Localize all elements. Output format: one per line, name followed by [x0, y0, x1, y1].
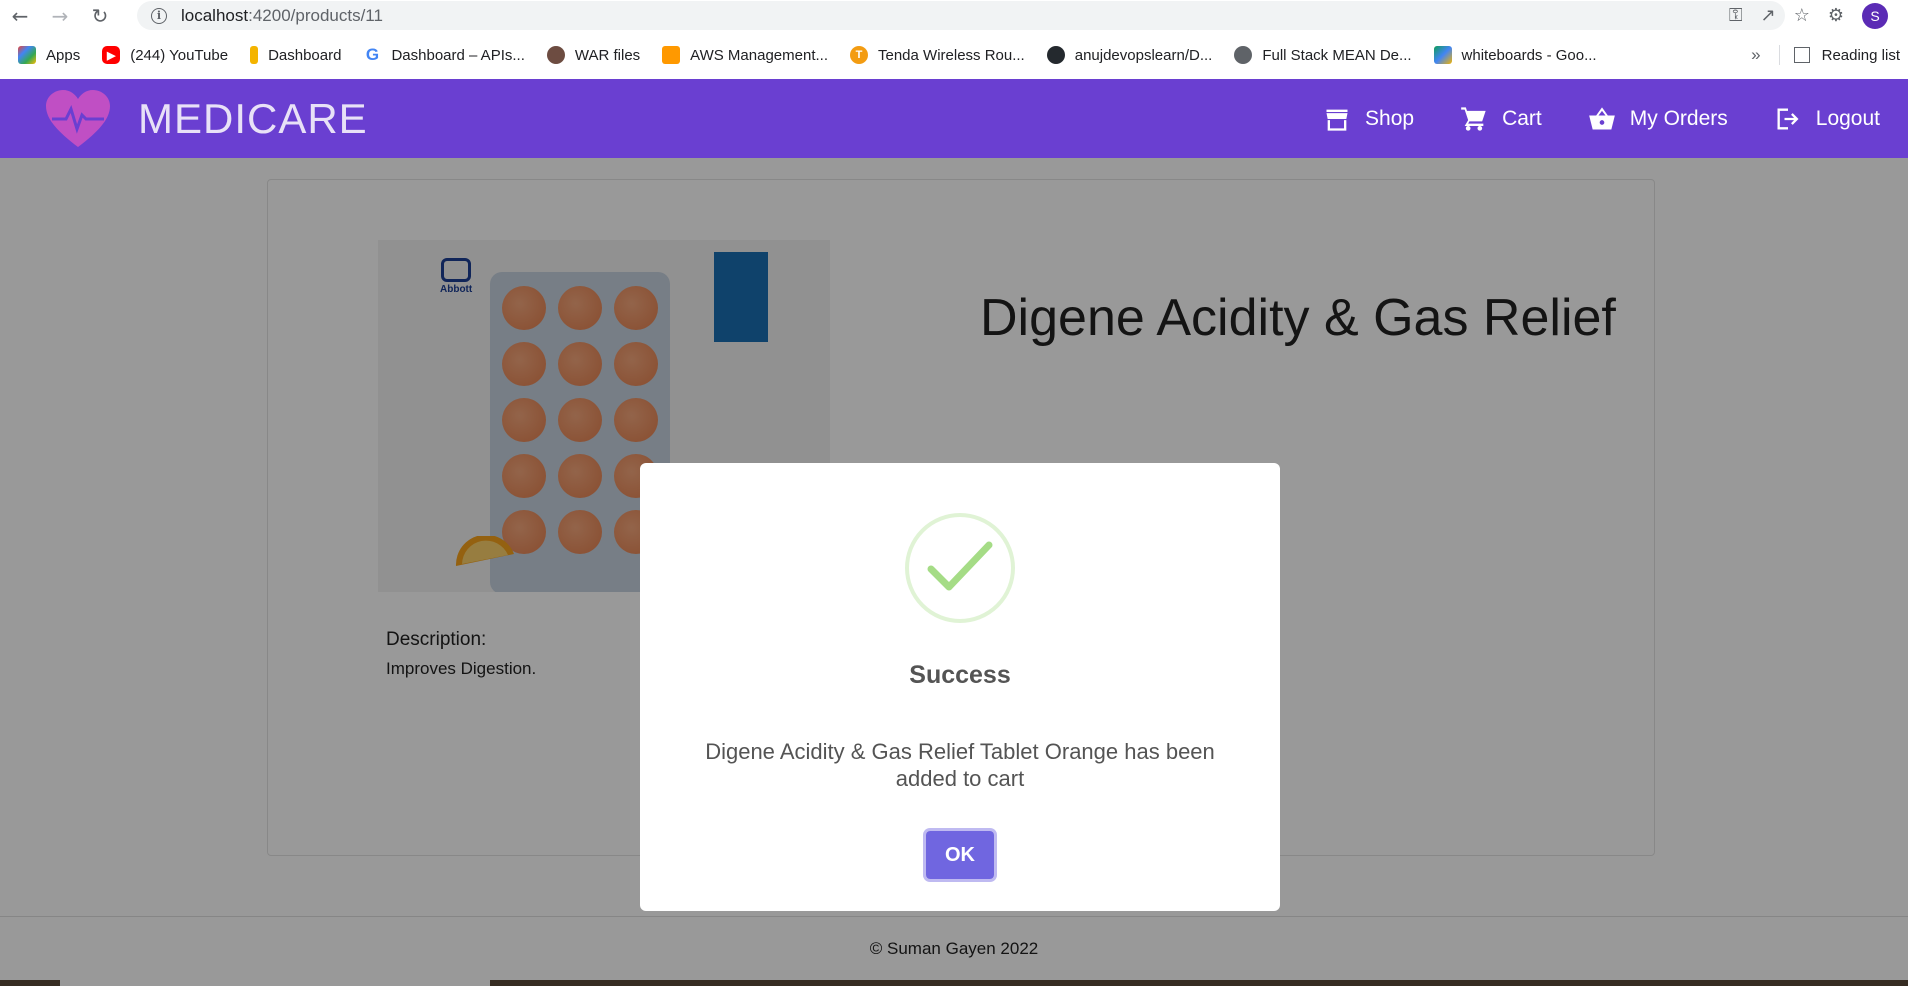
store-icon	[1326, 109, 1348, 131]
apps-grid-icon	[18, 46, 36, 64]
app-navbar: MEDICARE Shop Cart My Orders Logout	[0, 79, 1908, 158]
bookmark-dashboard[interactable]: Dashboard	[250, 46, 341, 64]
extensions-icon[interactable]: ⚙	[1828, 5, 1844, 26]
success-dialog: Success Digene Acidity & Gas Relief Tabl…	[640, 463, 1280, 911]
nav-logout[interactable]: Logout	[1774, 105, 1880, 133]
success-check-icon	[905, 513, 1015, 623]
ok-button[interactable]: OK	[923, 828, 997, 882]
basket-icon	[1588, 106, 1615, 129]
bookmark-aws[interactable]: AWS Management...	[662, 46, 828, 64]
bookmark-apps[interactable]: Apps	[18, 46, 80, 64]
brand-name[interactable]: MEDICARE	[138, 95, 368, 143]
address-bar[interactable]: i localhost:4200/products/11	[137, 1, 1785, 30]
dashboard-icon	[250, 46, 259, 64]
share-icon[interactable]: ↗	[1761, 5, 1776, 26]
reading-list-icon	[1793, 47, 1810, 63]
bookmarks-bar: Apps ▶ (244) YouTube Dashboard G Dashboard…	[0, 38, 1908, 72]
bookmark-tenda[interactable]: T Tenda Wireless Rou...	[850, 46, 1025, 64]
browser-actions: ⚿ ↗ ☆ ⚙ S	[1729, 0, 1908, 31]
more-bookmarks-icon[interactable]: »	[1751, 45, 1760, 65]
site-info-icon[interactable]: i	[151, 7, 167, 24]
heart-pulse-logo-icon[interactable]	[44, 89, 112, 149]
dialog-title: Success	[909, 661, 1011, 689]
bookmark-dashboard-apis[interactable]: G Dashboard – APIs...	[363, 45, 525, 64]
dialog-message: Digene Acidity & Gas Relief Tablet Orang…	[705, 739, 1215, 791]
modal-backdrop[interactable]: Success Digene Acidity & Gas Relief Tabl…	[0, 158, 1908, 986]
back-icon[interactable]: ←	[0, 0, 40, 31]
forward-icon[interactable]: →	[40, 0, 80, 31]
profile-avatar[interactable]: S	[1862, 2, 1888, 29]
url-text[interactable]: localhost:4200/products/11	[181, 6, 383, 26]
tenda-icon: T	[850, 46, 868, 64]
nav-shop-label: Shop	[1365, 106, 1415, 130]
nav-shop[interactable]: Shop	[1323, 105, 1414, 133]
nav-cart[interactable]: Cart	[1460, 105, 1542, 133]
reload-icon[interactable]: ↻	[80, 0, 120, 31]
jenkins-icon	[546, 46, 565, 64]
google-icon: G	[365, 45, 380, 64]
bookmark-star-icon[interactable]: ☆	[1794, 5, 1810, 26]
globe-icon	[1234, 46, 1253, 64]
youtube-icon: ▶	[102, 46, 121, 64]
aws-icon	[662, 46, 681, 64]
browser-toolbar: ← → ↻ i localhost:4200/products/11	[0, 0, 1908, 31]
github-icon	[1046, 46, 1065, 64]
bookmark-mean[interactable]: Full Stack MEAN De...	[1234, 46, 1412, 64]
bookmark-whiteboards[interactable]: whiteboards - Goo...	[1433, 46, 1597, 64]
password-key-icon[interactable]: ⚿	[1729, 5, 1743, 26]
bookmark-github[interactable]: anujdevopslearn/D...	[1046, 46, 1212, 64]
reading-list-button[interactable]: Reading list	[1822, 47, 1900, 64]
bookmark-war-files[interactable]: WAR files	[546, 46, 640, 64]
cart-icon	[1461, 106, 1486, 131]
nav-my-orders-label: My Orders	[1629, 106, 1728, 130]
google-drive-icon	[1433, 46, 1452, 64]
nav-logout-label: Logout	[1815, 106, 1880, 130]
bookmarks-divider	[1778, 45, 1780, 65]
logout-icon	[1777, 108, 1799, 129]
nav-my-orders[interactable]: My Orders	[1588, 105, 1728, 133]
bookmark-youtube[interactable]: ▶ (244) YouTube	[102, 46, 228, 64]
nav-cart-label: Cart	[1502, 106, 1542, 130]
